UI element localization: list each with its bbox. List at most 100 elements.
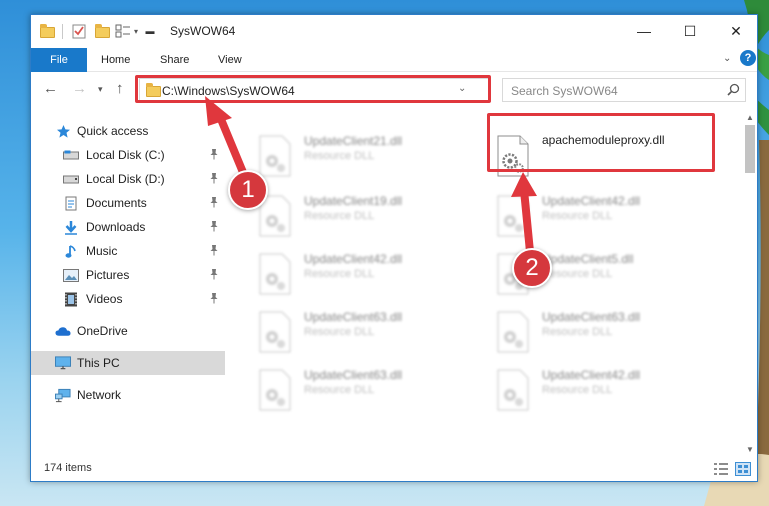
file-name: UpdateClient42.dll <box>304 252 403 266</box>
pin-icon[interactable] <box>209 220 219 235</box>
minimize-button[interactable]: — <box>621 15 667 47</box>
list-item[interactable]: UpdateClient42.dll Resource DLL <box>247 249 473 303</box>
file-type: Resource DLL <box>304 384 375 396</box>
list-item[interactable]: UpdateClient42.dll Resource DLL <box>485 191 711 245</box>
list-item[interactable]: UpdateClient63.dll Resource DLL <box>247 365 473 419</box>
close-button[interactable]: ✕ <box>713 15 757 47</box>
folder-icon <box>39 23 55 39</box>
back-arrow-icon[interactable]: ← <box>43 80 58 98</box>
tab-share[interactable]: Share <box>160 54 189 66</box>
list-item[interactable]: UpdateClient63.dll Resource DLL <box>247 307 473 361</box>
dll-file-icon <box>497 311 529 353</box>
tab-home[interactable]: Home <box>101 54 130 66</box>
new-folder-icon[interactable] <box>94 23 110 39</box>
pin-icon[interactable] <box>209 268 219 283</box>
view-options-icon[interactable] <box>115 23 131 39</box>
sidebar-item-quick-access[interactable]: Quick access <box>31 119 225 143</box>
sidebar-item-local-disk-d[interactable]: Local Disk (D:) <box>31 167 225 191</box>
drive-icon <box>63 147 79 163</box>
sidebar-item-label: Network <box>77 388 122 402</box>
dll-file-icon <box>259 369 291 411</box>
expand-ribbon-chevron-icon[interactable]: ⌄ <box>723 53 731 64</box>
scroll-down-arrow-icon[interactable]: ▼ <box>746 445 754 454</box>
dll-file-icon <box>497 369 529 411</box>
large-icons-view-icon[interactable] <box>735 462 751 476</box>
sidebar-item-label: Pictures <box>86 268 130 282</box>
sidebar-item-label: Documents <box>86 196 147 210</box>
file-name: UpdateClient5.dll <box>542 252 634 266</box>
sidebar-item-local-disk-c[interactable]: Local Disk (C:) <box>31 143 225 167</box>
window-title: SysWOW64 <box>170 24 236 38</box>
file-name: UpdateClient19.dll <box>304 194 403 208</box>
details-view-icon[interactable] <box>713 462 729 476</box>
scroll-thumb[interactable] <box>745 125 755 173</box>
file-type: Resource DLL <box>304 210 375 222</box>
sidebar-item-documents[interactable]: Documents <box>31 191 225 215</box>
tab-view[interactable]: View <box>218 54 242 66</box>
sidebar-item-label: Music <box>86 244 118 258</box>
sidebar-item-label: Quick access <box>77 124 149 138</box>
film-icon <box>63 291 79 307</box>
sidebar-item-label: Downloads <box>86 220 146 234</box>
recent-locations-chevron-icon[interactable]: ▾ <box>98 80 103 98</box>
step-1-badge: 1 <box>228 170 268 210</box>
navigation-pane: Quick access Local Disk (C:) Local Disk … <box>31 111 225 451</box>
status-bar: 174 items <box>31 459 757 481</box>
pin-icon[interactable] <box>209 292 219 307</box>
properties-checkmark-icon[interactable] <box>71 23 87 39</box>
star-icon <box>55 123 71 139</box>
sidebar-item-label: This PC <box>77 356 120 370</box>
pictures-icon <box>63 267 79 283</box>
help-icon[interactable]: ? <box>740 50 756 66</box>
step-2-badge: 2 <box>512 248 552 288</box>
up-arrow-icon[interactable]: ↑ <box>116 80 124 98</box>
sidebar-item-downloads[interactable]: Downloads <box>31 215 225 239</box>
search-icon[interactable] <box>727 83 740 99</box>
sidebar-item-network[interactable]: Network <box>31 383 225 407</box>
sidebar-item-label: Videos <box>86 292 123 306</box>
file-name: UpdateClient63.dll <box>304 368 403 382</box>
file-name: UpdateClient63.dll <box>304 310 403 324</box>
file-name: UpdateClient42.dll <box>542 368 641 382</box>
dll-file-icon <box>497 195 529 237</box>
forward-arrow-icon[interactable]: → <box>72 80 87 98</box>
file-name: UpdateClient42.dll <box>542 194 641 208</box>
search-input[interactable]: Search SysWOW64 <box>502 78 746 102</box>
documents-icon <box>63 195 79 211</box>
music-note-icon <box>63 243 79 259</box>
list-item[interactable]: UpdateClient19.dll Resource DLL <box>247 191 473 245</box>
sidebar-item-this-pc[interactable]: This PC <box>31 351 225 375</box>
pin-icon[interactable] <box>209 244 219 259</box>
tab-file[interactable]: File <box>31 48 87 72</box>
download-arrow-icon <box>63 219 79 235</box>
list-item[interactable]: UpdateClient42.dll Resource DLL <box>485 365 711 419</box>
file-name: UpdateClient21.dll <box>304 134 403 148</box>
customize-toolbar-icon[interactable]: ▬ <box>144 23 156 39</box>
network-icon <box>55 387 71 403</box>
file-type: Resource DLL <box>542 326 613 338</box>
drive-icon <box>63 171 79 187</box>
chevron-down-icon[interactable]: ▾ <box>131 23 141 39</box>
file-highlight-box <box>487 113 715 172</box>
item-count: 174 items <box>44 462 92 474</box>
monitor-icon <box>55 355 71 371</box>
sidebar-item-label: Local Disk (D:) <box>86 172 165 186</box>
sidebar-item-onedrive[interactable]: OneDrive <box>31 319 225 343</box>
pin-icon[interactable] <box>209 196 219 211</box>
file-type: Resource DLL <box>542 268 613 280</box>
sidebar-item-pictures[interactable]: Pictures <box>31 263 225 287</box>
vertical-scrollbar[interactable]: ▲ ▼ <box>742 111 757 457</box>
file-type: Resource DLL <box>542 210 613 222</box>
scroll-up-arrow-icon[interactable]: ▲ <box>746 113 754 122</box>
maximize-button[interactable]: ☐ <box>667 15 713 47</box>
list-item[interactable]: UpdateClient21.dll Resource DLL <box>247 131 473 185</box>
dll-file-icon <box>259 253 291 295</box>
dll-file-icon <box>259 311 291 353</box>
list-item[interactable]: UpdateClient63.dll Resource DLL <box>485 307 711 361</box>
sidebar-item-videos[interactable]: Videos <box>31 287 225 311</box>
pin-icon[interactable] <box>209 172 219 187</box>
pin-icon[interactable] <box>209 148 219 163</box>
sidebar-item-music[interactable]: Music <box>31 239 225 263</box>
file-type: Resource DLL <box>304 326 375 338</box>
sidebar-item-label: Local Disk (C:) <box>86 148 165 162</box>
